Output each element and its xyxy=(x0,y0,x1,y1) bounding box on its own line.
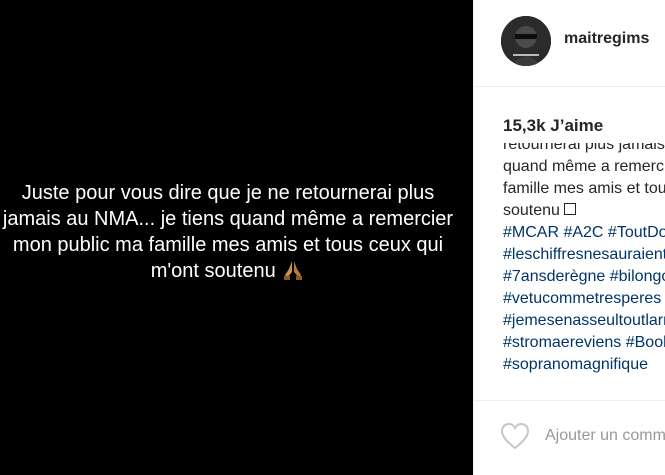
caption-line-text: soutenu xyxy=(503,202,560,219)
caption: retournerai plus jamais quand même a rem… xyxy=(503,143,665,388)
post-image[interactable]: Juste pour vous dire que je ne retourner… xyxy=(0,0,473,475)
caption-line: retournerai plus jamais xyxy=(503,143,665,153)
hashtag-line[interactable]: #7ansderègne #bilongo xyxy=(503,266,665,288)
caption-line: quand même a remercier xyxy=(503,158,665,175)
story-text-content: Juste pour vous dire que je ne retourner… xyxy=(2,182,454,282)
praying-hands-emoji-icon xyxy=(284,261,303,280)
hashtag-line[interactable]: #jemesenasseultoutlarme xyxy=(503,310,665,332)
hashtag-line[interactable]: #MCAR #A2C #ToutDonner xyxy=(503,222,665,244)
comment-divider xyxy=(474,400,665,401)
hashtag-line[interactable]: #sopranomagnifique xyxy=(503,354,665,376)
hashtag-line[interactable]: #stromaereviens #Booba xyxy=(503,332,665,354)
caption-line: famille mes amis et tous xyxy=(503,180,665,197)
avatar[interactable] xyxy=(501,16,551,66)
author-username[interactable]: maitregims xyxy=(564,30,649,48)
caption-line-last: soutenu xyxy=(503,200,665,222)
story-text: Juste pour vous dire que je ne retourner… xyxy=(0,180,456,284)
likes-count[interactable]: 15,3k J’aime xyxy=(503,116,603,136)
heart-icon[interactable] xyxy=(500,422,530,450)
header-divider xyxy=(474,86,665,87)
hashtag-line[interactable]: #vetucommetresperes xyxy=(503,288,665,310)
avatar-portrait-icon xyxy=(501,16,551,66)
hashtag-line[interactable]: #leschiffresnesauraientmentir xyxy=(503,244,665,266)
post-header: maitregims xyxy=(474,0,665,86)
missing-glyph-icon xyxy=(563,203,576,215)
post-side-panel: maitregims 15,3k J’aime retournerai plus… xyxy=(474,0,665,475)
comment-input[interactable] xyxy=(545,425,665,447)
